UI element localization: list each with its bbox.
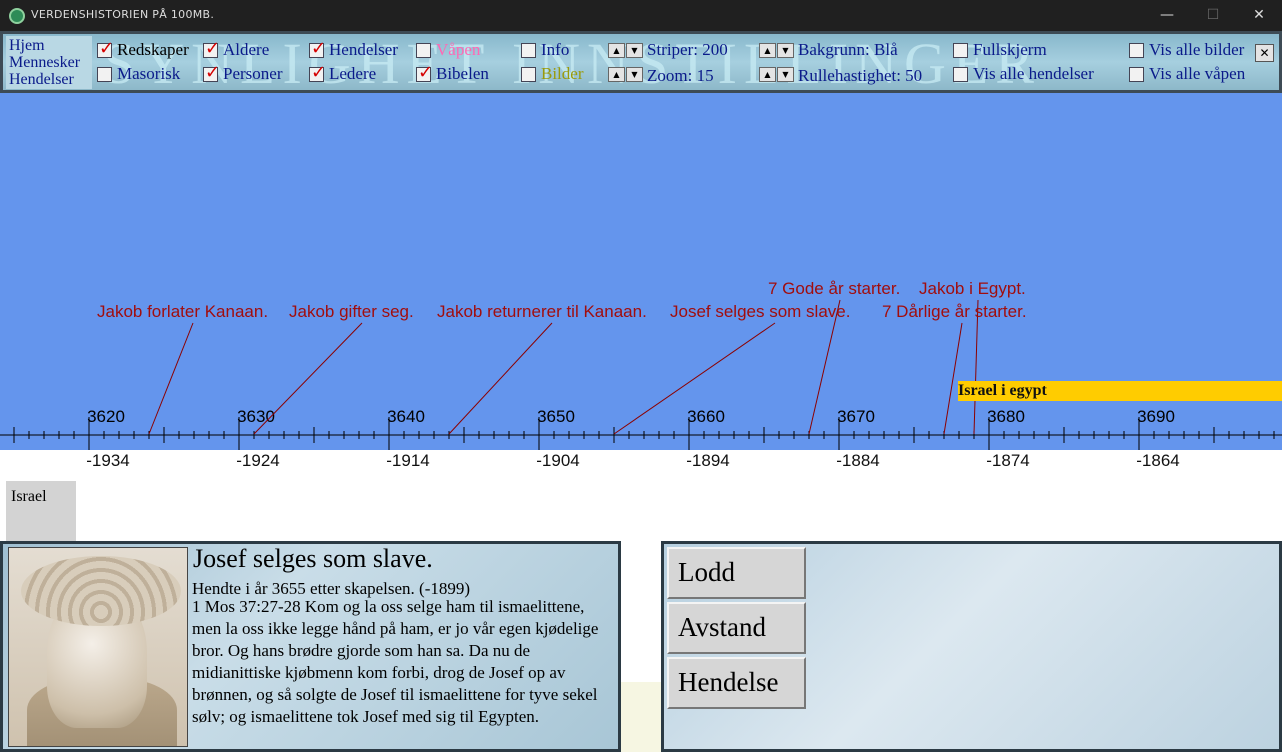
label-aldere: Aldere [223, 40, 270, 59]
tick-label-bc: -1904 [536, 451, 580, 470]
checkbox-bibelen[interactable] [416, 62, 433, 83]
event-7-gode-ar[interactable]: 7 Gode år starter. [768, 279, 900, 299]
tick-label-am: 3630 [237, 407, 275, 426]
label-bibelen: Bibelen [436, 64, 489, 83]
checkbox-masorisk[interactable] [97, 67, 112, 82]
label-vis-alle-hendelser: Vis alle hendelser [973, 64, 1094, 83]
hendelse-button[interactable]: Hendelse [667, 657, 806, 709]
toolbar-close-button[interactable]: ✕ [1255, 44, 1274, 62]
event-jakob-i-egypt[interactable]: Jakob i Egypt. [919, 279, 1026, 299]
lodd-button[interactable]: Lodd [667, 547, 806, 599]
rullehastighet-up-button[interactable]: ▲ [759, 67, 776, 82]
settings-toolbar: SYNLIGHET INNSTILLINGER Hjem Mennesker H… [0, 31, 1282, 93]
tick-label-bc: -1864 [1136, 451, 1180, 470]
window-title: VERDENSHISTORIEN PÅ 100MB. [31, 8, 215, 21]
event-connector [943, 322, 963, 435]
event-jakob-returnerer[interactable]: Jakob returnerer til Kanaan. [437, 302, 647, 322]
tick-label-bc: -1874 [986, 451, 1030, 470]
tick-label-am: 3660 [687, 407, 725, 426]
nav-link-hjem[interactable]: Hjem [9, 38, 45, 54]
striper-up-button[interactable]: ▲ [608, 43, 625, 58]
label-redskaper: Redskaper [117, 40, 189, 59]
striper-spinner[interactable]: ▲ ▼ [608, 43, 644, 59]
event-connector [148, 322, 194, 435]
tools-panel: Lodd Avstand Hendelse [661, 541, 1282, 752]
bakgrunn-down-button[interactable]: ▼ [777, 43, 794, 58]
checkbox-redskaper[interactable] [97, 38, 114, 59]
event-connector [253, 322, 363, 435]
tick-label-am: 3620 [87, 407, 125, 426]
checkbox-personer[interactable] [203, 62, 220, 83]
checkbox-fullskjerm[interactable] [953, 43, 968, 58]
tick-label-am: 3680 [987, 407, 1025, 426]
timeline-area[interactable]: 3620 3630 3640 3650 3660 3670 3680 3690 Israel … [0, 93, 1282, 450]
checkbox-hendelser[interactable] [309, 38, 326, 59]
zoom-up-button[interactable]: ▲ [608, 67, 625, 82]
checkbox-vis-alle-hendelser[interactable] [953, 67, 968, 82]
zoom-value: Zoom: 15 [647, 66, 714, 85]
tick-label-am: 3640 [387, 407, 425, 426]
event-josef-selges[interactable]: Josef selges som slave. [670, 302, 850, 322]
zoom-spinner[interactable]: ▲ ▼ [608, 67, 644, 83]
label-ledere: Ledere [329, 64, 377, 83]
region-tag-israel[interactable]: Israel [6, 481, 76, 541]
nav-box: Hjem Mennesker Hendelser [6, 36, 92, 89]
event-description: 1 Mos 37:27-28 Kom og la oss selge ham t… [192, 597, 599, 726]
striper-value: Striper: 200 [647, 40, 728, 59]
tick-label-am: 3670 [837, 407, 875, 426]
close-window-button[interactable]: ✕ [1236, 0, 1282, 31]
bakgrunn-up-button[interactable]: ▲ [759, 43, 776, 58]
checkbox-aldere[interactable] [203, 38, 220, 59]
tick-label-bc: -1914 [386, 451, 430, 470]
event-jakob-forlater-kanaan[interactable]: Jakob forlater Kanaan. [97, 302, 268, 322]
nav-link-mennesker[interactable]: Mennesker [9, 55, 80, 71]
event-7-darlige-ar[interactable]: 7 Dårlige år starter. [882, 302, 1027, 322]
label-masorisk: Masorisk [117, 64, 181, 83]
title-bar: VERDENSHISTORIEN PÅ 100MB. — ☐ ✕ [0, 0, 1282, 31]
event-portrait-image [8, 547, 188, 747]
checkbox-vis-alle-bilder[interactable] [1129, 43, 1144, 58]
rullehastighet-down-button[interactable]: ▼ [777, 67, 794, 82]
checkbox-bilder[interactable] [521, 67, 536, 82]
label-vis-alle-bilder: Vis alle bilder [1149, 40, 1245, 59]
tick-label-am: 3650 [537, 407, 575, 426]
label-vapen: Våpen [436, 40, 481, 59]
beige-strip [621, 682, 663, 752]
tick-label-am: 3690 [1137, 407, 1175, 426]
bakgrunn-value: Bakgrunn: Blå [798, 40, 898, 59]
rullehastighet-spinner[interactable]: ▲ ▼ [759, 67, 795, 83]
tick-label-bc: -1884 [836, 451, 880, 470]
label-vis-alle-vapen: Vis alle våpen [1149, 64, 1246, 83]
label-info: Info [541, 40, 570, 59]
checkbox-ledere[interactable] [309, 62, 326, 83]
period-israel-i-egypt[interactable]: Israel i egypt [958, 381, 1282, 401]
tick-label-bc: -1894 [686, 451, 730, 470]
rullehastighet-value: Rullehastighet: 50 [798, 66, 923, 85]
tick-label-bc: -1934 [86, 451, 130, 470]
label-hendelser: Hendelser [329, 40, 398, 59]
checkbox-vapen[interactable] [416, 43, 431, 58]
event-jakob-gifter-seg[interactable]: Jakob gifter seg. [289, 302, 414, 322]
label-personer: Personer [223, 64, 283, 83]
maximize-button[interactable]: ☐ [1190, 0, 1236, 31]
avstand-button[interactable]: Avstand [667, 602, 806, 654]
nav-link-hendelser[interactable]: Hendelser [9, 72, 74, 88]
tick-label-bc: -1924 [236, 451, 280, 470]
zoom-down-button[interactable]: ▼ [626, 67, 643, 82]
event-title: Josef selges som slave. [193, 544, 433, 573]
minimize-button[interactable]: — [1144, 0, 1190, 31]
bakgrunn-spinner[interactable]: ▲ ▼ [759, 43, 795, 59]
checkbox-vis-alle-vapen[interactable] [1129, 67, 1144, 82]
striper-down-button[interactable]: ▼ [626, 43, 643, 58]
event-info-panel: Josef selges som slave. Hendte i år 3655… [0, 541, 621, 752]
label-fullskjerm: Fullskjerm [973, 40, 1047, 59]
label-bilder: Bilder [541, 64, 584, 83]
app-globe-icon [9, 8, 25, 24]
checkbox-info[interactable] [521, 43, 536, 58]
